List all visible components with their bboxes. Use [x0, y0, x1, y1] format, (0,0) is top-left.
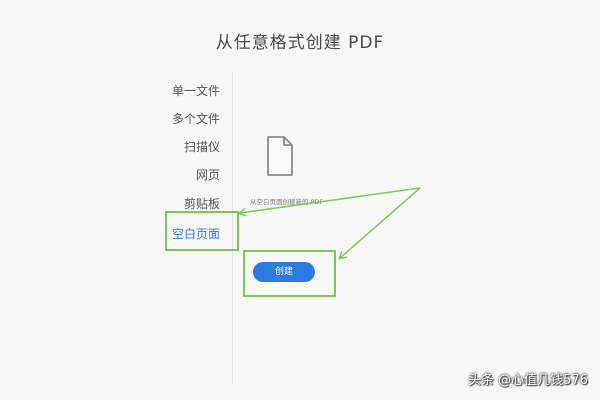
highlight-box-blank-page	[165, 211, 239, 251]
blank-page-description: 从空白页面创建新的 PDF	[250, 198, 324, 206]
document-icon	[267, 136, 293, 176]
page-title: 从任意格式创建 PDF	[215, 33, 385, 53]
sidebar-item-single-file[interactable]: 单一文件	[172, 82, 220, 99]
sidebar-item-web-page[interactable]: 网页	[196, 166, 220, 183]
sidebar-item-clipboard[interactable]: 剪贴板	[184, 195, 220, 212]
highlight-box-create-button	[243, 250, 336, 297]
watermark: 头条 @心值几钱576	[468, 373, 588, 388]
create-pdf-page: 从任意格式创建 PDF 单一文件 多个文件 扫描仪 网页 剪贴板 空白页面 从空…	[0, 0, 600, 400]
arrow-to-create-button	[340, 187, 421, 258]
sidebar-item-scanner[interactable]: 扫描仪	[184, 138, 220, 155]
sidebar-item-multiple-files[interactable]: 多个文件	[172, 110, 220, 127]
